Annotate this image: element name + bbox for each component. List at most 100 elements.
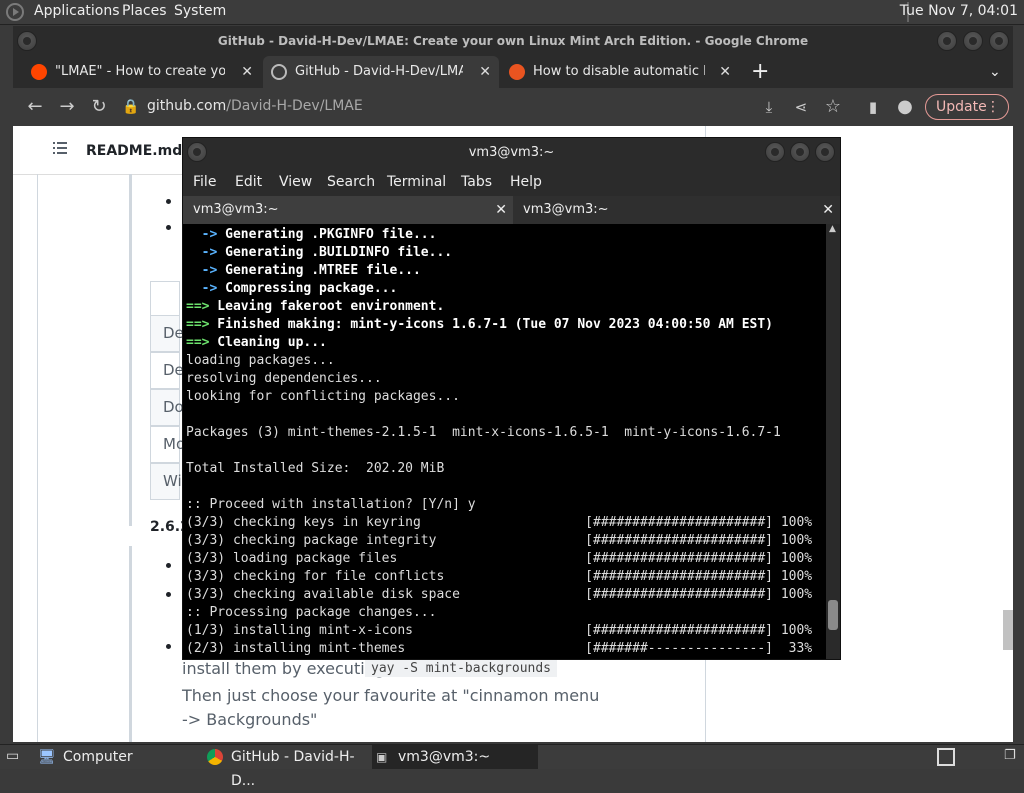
- readme-title[interactable]: README.md: [86, 143, 182, 159]
- computer-icon: 🖥: [38, 749, 56, 765]
- tab-close-icon[interactable]: ✕: [495, 196, 507, 224]
- places-menu[interactable]: Places: [122, 3, 167, 19]
- list-icon[interactable]: [53, 142, 67, 154]
- list-bullet: [166, 644, 171, 649]
- terminal-line: Total Installed Size: 202.20 MiB: [186, 461, 445, 476]
- terminal-line: :: Processing package changes...: [186, 605, 437, 620]
- tab-close-icon[interactable]: ✕: [719, 56, 731, 88]
- update-button[interactable]: Update ⋮: [925, 94, 1009, 120]
- lock-icon[interactable]: 🔒: [121, 97, 141, 117]
- system-menu[interactable]: System: [174, 3, 226, 19]
- update-label: Update: [936, 99, 987, 115]
- forward-icon[interactable]: →: [57, 97, 77, 117]
- terminal-line: (3/3) checking keys in keyring [########…: [186, 515, 813, 530]
- reddit-icon: [31, 64, 47, 80]
- reload-icon[interactable]: ↻: [89, 97, 109, 117]
- terminal-icon: ▣: [376, 750, 388, 764]
- maximize-button[interactable]: [790, 142, 810, 162]
- scroll-up-icon[interactable]: ▲: [829, 224, 836, 234]
- terminal-line: (2/3) installing mint-themes [#######---…: [186, 641, 813, 656]
- workspace-switcher-icon[interactable]: [937, 748, 955, 766]
- tab-close-icon[interactable]: ✕: [479, 56, 491, 88]
- terminal-tab-label: vm3@vm3:~: [523, 202, 609, 217]
- terminal-tab-2[interactable]: vm3@vm3:~ ✕: [513, 196, 840, 224]
- url-host: github.com: [147, 98, 227, 114]
- task-chrome[interactable]: GitHub - David-H-D...: [200, 745, 370, 789]
- side-panel-icon[interactable]: ▮: [863, 97, 883, 117]
- menu-edit[interactable]: Edit: [235, 174, 262, 190]
- install-icon[interactable]: ⤓: [759, 97, 779, 117]
- close-button[interactable]: [989, 31, 1009, 51]
- tab-github[interactable]: GitHub - David-H-Dev/LMAE: C ✕: [263, 56, 499, 88]
- show-desktop-icon[interactable]: ▭: [6, 748, 19, 764]
- page-border: [37, 174, 38, 742]
- task-computer[interactable]: 🖥 Computer: [30, 745, 200, 769]
- minimize-button[interactable]: [765, 142, 785, 162]
- terminal-line: resolving dependencies...: [186, 371, 382, 386]
- terminal-line: :: Proceed with installation? [Y/n] y: [186, 497, 476, 512]
- tab-label: "LMAE" - How to create your c: [55, 64, 225, 79]
- blockquote-bar: [129, 546, 132, 742]
- terminal-line: loading packages...: [186, 353, 335, 368]
- terminal-window: vm3@vm3:~ File Edit View Search Terminal…: [182, 137, 841, 660]
- notification-icon[interactable]: ❐: [1004, 748, 1016, 763]
- table-cell: Do: [150, 389, 184, 426]
- askubuntu-icon: [509, 64, 525, 80]
- terminal-line: ==> Cleaning up...: [186, 335, 327, 350]
- terminal-output[interactable]: -> Generating .PKGINFO file... -> Genera…: [183, 224, 826, 659]
- menu-tabs[interactable]: Tabs: [461, 174, 492, 190]
- terminal-scrollbar-thumb[interactable]: [828, 600, 838, 630]
- terminal-title: vm3@vm3:~: [468, 145, 555, 160]
- terminal-line: Packages (3) mint-themes-2.1.5-1 mint-x-…: [186, 425, 781, 440]
- menu-view[interactable]: View: [279, 174, 312, 190]
- close-button[interactable]: [815, 142, 835, 162]
- tab-close-icon[interactable]: ✕: [822, 196, 834, 224]
- terminal-line: ==> Finished making: mint-y-icons 1.6.7-…: [186, 317, 774, 332]
- terminal-line: looking for conflicting packages...: [186, 389, 460, 404]
- tab-strip: "LMAE" - How to create your c ✕ GitHub -…: [13, 56, 1013, 88]
- table-cell: Wi: [150, 463, 182, 500]
- terminal-line: (3/3) checking available disk space [###…: [186, 587, 813, 602]
- menu-logo-icon[interactable]: [6, 3, 24, 21]
- maximize-button[interactable]: [963, 31, 983, 51]
- tab-reddit[interactable]: "LMAE" - How to create your c ✕: [23, 56, 261, 88]
- terminal-line: -> Generating .PKGINFO file...: [186, 227, 437, 242]
- task-label: GitHub - David-H-D...: [231, 749, 355, 789]
- menu-file[interactable]: File: [193, 174, 216, 190]
- menu-terminal[interactable]: Terminal: [387, 174, 446, 190]
- terminal-line: (3/3) checking package integrity [######…: [186, 533, 813, 548]
- terminal-line: (3/3) checking for file conflicts [#####…: [186, 569, 813, 584]
- terminal-line: -> Generating .MTREE file...: [186, 263, 421, 278]
- menu-search[interactable]: Search: [327, 174, 375, 190]
- chrome-window-title: GitHub - David-H-Dev/LMAE: Create your o…: [217, 34, 809, 48]
- tab-askubuntu[interactable]: How to disable automatic logi ✕: [501, 56, 739, 88]
- terminal-line: -> Compressing package...: [186, 281, 398, 296]
- share-icon[interactable]: ⋖: [791, 97, 811, 117]
- terminal-line: -> Generating .BUILDINFO file...: [186, 245, 453, 260]
- new-tab-icon[interactable]: +: [751, 56, 771, 88]
- table-cell: De: [150, 315, 184, 352]
- menu-help[interactable]: Help: [510, 174, 542, 190]
- list-bullet: [166, 225, 171, 230]
- tab-search-chevron-icon[interactable]: ⌄: [989, 56, 1009, 88]
- terminal-tab-label: vm3@vm3:~: [193, 202, 279, 217]
- terminal-tab-1[interactable]: vm3@vm3:~ ✕: [183, 196, 513, 224]
- address-bar[interactable]: github.com/David-H-Dev/LMAE: [147, 98, 363, 114]
- task-terminal[interactable]: ▣ vm3@vm3:~: [372, 745, 538, 769]
- install-code: yay -S mint-backgrounds: [365, 660, 558, 677]
- terminal-line: (3/3) loading package files [###########…: [186, 551, 813, 566]
- tab-label: How to disable automatic logi: [533, 64, 705, 79]
- minimize-button[interactable]: [937, 31, 957, 51]
- bookmark-star-icon[interactable]: ☆: [823, 97, 843, 117]
- terminal-scrollbar[interactable]: ▲: [826, 224, 840, 659]
- applications-menu[interactable]: Applications: [34, 3, 120, 19]
- back-icon[interactable]: ←: [25, 97, 45, 117]
- url-path: /David-H-Dev/LMAE: [226, 98, 363, 114]
- tab-close-icon[interactable]: ✕: [241, 56, 253, 88]
- profile-avatar-icon[interactable]: ●: [895, 97, 915, 117]
- task-label: vm3@vm3:~: [398, 749, 491, 765]
- clock[interactable]: Tue Nov 7, 04:01: [900, 3, 1018, 19]
- choose-text: Then just choose your favourite at "cinn…: [182, 686, 600, 729]
- page-scrollbar-thumb[interactable]: [1003, 610, 1013, 650]
- list-bullet: [166, 199, 171, 204]
